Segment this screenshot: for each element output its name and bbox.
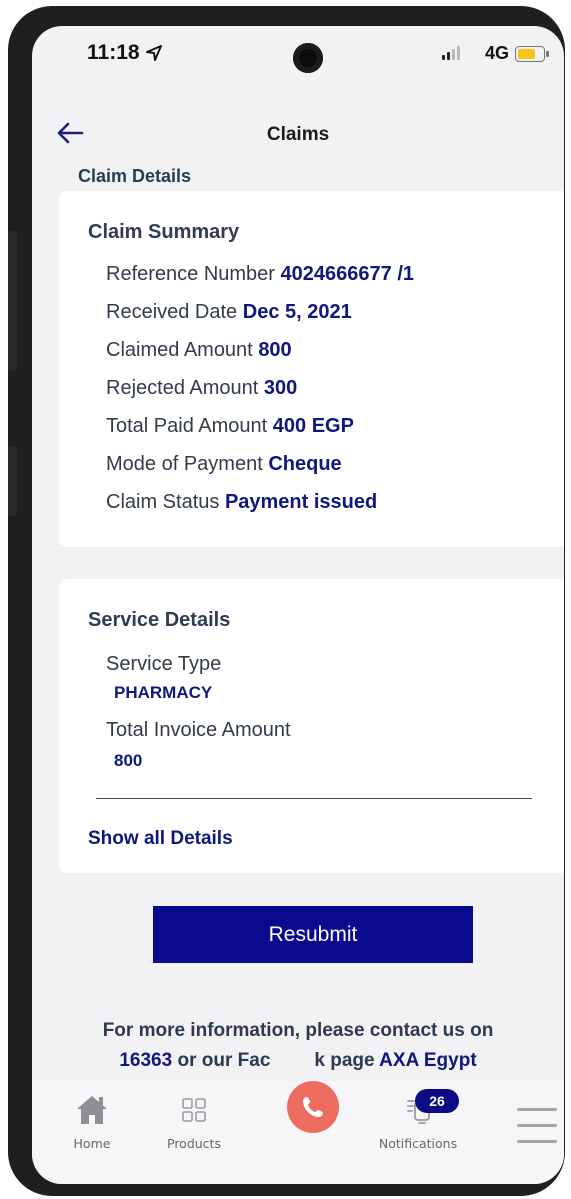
claimed-amount-label: Claimed Amount xyxy=(106,339,253,361)
mode-of-payment-row: Mode of Payment Cheque xyxy=(106,453,342,476)
grid-icon xyxy=(182,1098,206,1122)
camera-icon xyxy=(293,43,323,73)
bottom-nav: Home Products Notifications 26 xyxy=(32,1081,564,1184)
claim-status-label: Claim Status xyxy=(106,491,220,513)
location-arrow-icon xyxy=(146,45,162,61)
rejected-amount-label: Rejected Amount xyxy=(106,377,259,399)
service-details-title: Service Details xyxy=(88,609,231,631)
total-paid-amount-row: Total Paid Amount 400 EGP xyxy=(106,415,354,438)
claimed-amount-value: 800 xyxy=(258,339,292,361)
phone-frame: 11:18 4G Claims Claim Details Claim Summ… xyxy=(8,6,565,1196)
home-icon xyxy=(77,1096,107,1124)
reference-number-row: Reference Number 4024666677 /1 xyxy=(106,263,414,286)
total-paid-amount-label: Total Paid Amount xyxy=(106,415,268,437)
phone-side-button xyxy=(8,231,17,371)
notification-count-badge: 26 xyxy=(415,1089,459,1113)
show-all-details-link[interactable]: Show all Details xyxy=(88,828,233,850)
rejected-amount-row: Rejected Amount 300 xyxy=(106,377,297,400)
rejected-amount-value: 300 xyxy=(263,377,298,399)
contact-middle-text: or our Fac xyxy=(177,1050,271,1071)
facebook-page-link[interactable]: AXA Egypt xyxy=(379,1050,476,1071)
reference-number-value: 4024666677 /1 xyxy=(280,263,414,285)
reference-number-label: Reference Number xyxy=(106,263,275,285)
phone-icon xyxy=(303,1097,323,1117)
received-date-value: Dec 5, 2021 xyxy=(242,301,352,323)
claim-status-value: Payment issued xyxy=(224,491,378,513)
received-date-row: Received Date Dec 5, 2021 xyxy=(106,301,352,324)
contact-info: For more information, please contact us … xyxy=(32,1016,564,1076)
total-invoice-amount-value: 800 xyxy=(114,751,143,770)
claim-summary-title: Claim Summary xyxy=(88,221,240,243)
contact-line-2: 16363 or our Fac k page AXA Egypt xyxy=(32,1046,564,1076)
claim-status-row: Claim Status Payment issued xyxy=(106,491,377,514)
app-screen: 11:18 4G Claims Claim Details Claim Summ… xyxy=(32,26,564,1184)
hamburger-menu-icon[interactable] xyxy=(517,1108,557,1144)
nav-label-products: Products xyxy=(167,1136,221,1151)
phone-side-button xyxy=(8,446,17,516)
mode-of-payment-value: Cheque xyxy=(268,453,342,475)
nav-label-notifications: Notifications xyxy=(378,1136,458,1151)
total-invoice-amount-label: Total Invoice Amount xyxy=(106,719,291,741)
status-bar: 11:18 4G xyxy=(32,26,564,84)
received-date-label: Received Date xyxy=(106,301,238,323)
nav-label-home: Home xyxy=(73,1136,111,1151)
contact-phone-link[interactable]: 16363 xyxy=(119,1050,172,1071)
nav-item-products[interactable]: Products xyxy=(162,1093,226,1151)
network-label: 4G xyxy=(485,43,510,63)
signal-icon xyxy=(442,44,460,60)
status-time: 11:18 xyxy=(87,41,140,64)
page-title: Claims xyxy=(266,124,330,145)
page-subtitle: Claim Details xyxy=(78,166,192,186)
contact-line-1: For more information, please contact us … xyxy=(102,1020,494,1041)
contact-middle-text-end: k page xyxy=(314,1050,375,1071)
claimed-amount-row: Claimed Amount 800 xyxy=(106,339,292,362)
divider xyxy=(96,798,532,799)
nav-item-home[interactable]: Home xyxy=(70,1093,114,1151)
call-button[interactable] xyxy=(287,1081,339,1133)
battery-icon xyxy=(515,46,549,62)
service-details-card: Service Details Service Type PHARMACY To… xyxy=(59,579,564,873)
service-type-value: PHARMACY xyxy=(114,683,213,702)
service-type-label: Service Type xyxy=(106,653,222,675)
claim-summary-card: Claim Summary Reference Number 402466667… xyxy=(59,191,564,547)
total-paid-amount-value: 400 EGP xyxy=(272,415,354,437)
resubmit-button[interactable]: Resubmit xyxy=(153,906,473,963)
mode-of-payment-label: Mode of Payment xyxy=(106,453,263,475)
